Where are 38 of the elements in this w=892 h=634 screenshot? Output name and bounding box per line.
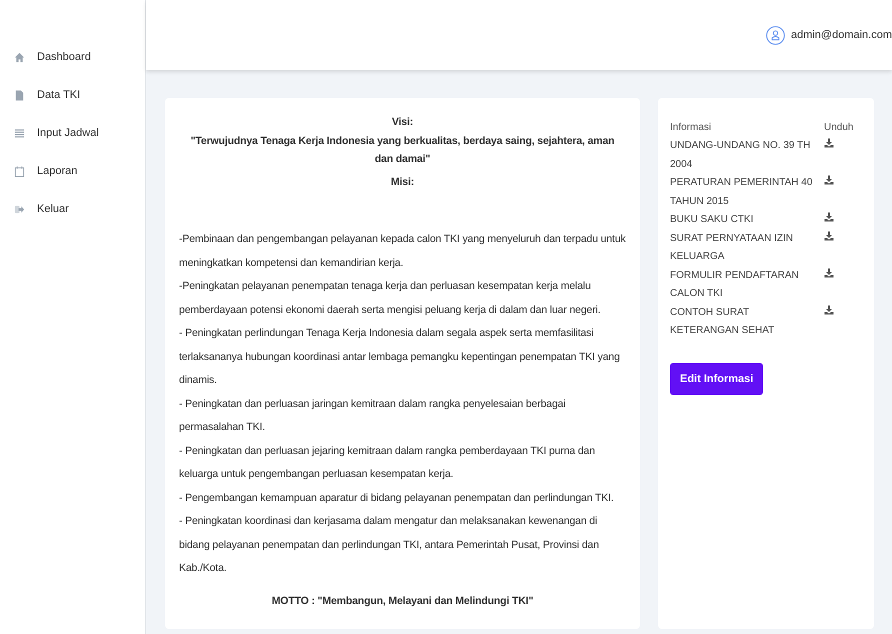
download-icon[interactable] [824, 212, 834, 222]
user-email: admin@domain.com [790, 29, 892, 41]
document-title: UNDANG-UNDANG NO. 39 TH 2004 [670, 139, 812, 172]
misi-item: -Pembinaan dan pengembangan pelayanan kepada calon TKI yang menyeluruh dan terpadu untuk meningkatkan kompetensi dan kemandirian kerja. [179, 232, 626, 270]
column-header: Unduh [824, 122, 854, 135]
document-title: PERATURAN PEMERINTAH 40 TAHUN 2015 [670, 176, 814, 208]
misi-item: -Peningkatan pelayanan penempatan tenaga kerja dan perluasan kesempatan kerja melalu pemberdayaan potensi ekonomi daerah serta mengisi peluang kerja di dalam dan luar negeri. [179, 279, 602, 318]
sidebar-item[interactable]: Dashboard [0, 38, 91, 76]
misi-item: - Peningkatan dan perluasan jejaring kemitraan dalam rangka pemberdayaan TKI purna dan keluarga untuk pengembangan perluasan kesempatan kerja. [179, 444, 596, 482]
visi-heading: Visi: [390, 116, 414, 128]
user-icon[interactable] [766, 26, 785, 44]
download-icon[interactable] [824, 304, 834, 314]
logout-icon [14, 204, 25, 214]
home-icon [14, 52, 25, 62]
calendar-icon [14, 166, 25, 176]
misi-heading: Misi: [390, 176, 416, 188]
visi-text: "Terwujudnya Tenaga Kerja Indonesia yang berkualitas, berdaya saing, sejahtera, aman dan damai" [190, 134, 616, 167]
document-title: BUKU SAKU CTKI [670, 213, 754, 227]
sidebar-item[interactable]: Input Jadwal [0, 114, 99, 152]
download-icon[interactable] [824, 268, 834, 278]
sidebar-item[interactable]: Laporan [0, 152, 78, 190]
download-icon[interactable] [824, 230, 834, 240]
misi-item: - Pengembangan kemampuan aparatur di bidang pelayanan penempatan dan perlindungan TKI. [179, 490, 615, 506]
motto-text: MOTTO : "Membangun, Melayani dan Melindungi TKI" [270, 594, 534, 606]
sidebar-item[interactable]: Data TKI [0, 76, 80, 114]
download-icon[interactable] [824, 175, 834, 185]
list-icon [14, 128, 25, 138]
sidebar-item[interactable]: Keluar [0, 190, 69, 228]
document-icon [14, 90, 25, 100]
edit-info-button[interactable]: Edit Informasi [670, 362, 764, 394]
document-title: SURAT PERNYATAAN IZIN KELUARGA [670, 232, 794, 264]
misi-item: - Peningkatan perlindungan Tenaga Kerja Indonesia dalam segala aspek serta memfasilitasi terlaksananya hubungan koordinasi antar lembaga pemangku kepentingan penempatan TKI yang dinamis. [179, 326, 621, 388]
document-title: FORMULIR PENDAFTARAN CALON TKI [670, 268, 800, 301]
column-header: Informasi [670, 122, 712, 135]
document-title: CONTOH SURAT KETERANGAN SEHAT [670, 306, 776, 338]
misi-item: - Peningkatan dan perluasan jaringan kemitraan dalam rangka penyelesaian berbagai permasalahan TKI. [179, 396, 567, 435]
download-icon[interactable] [824, 138, 834, 148]
misi-item: - Peningkatan koordinasi dan kerjasama dalam mengatur dan melaksanakan kewenangan di bidang pelayanan penempatan dan perlindungan TKI, antara Pemerintah Pusat, Provinsi dan Kab./Kota. [179, 514, 600, 576]
